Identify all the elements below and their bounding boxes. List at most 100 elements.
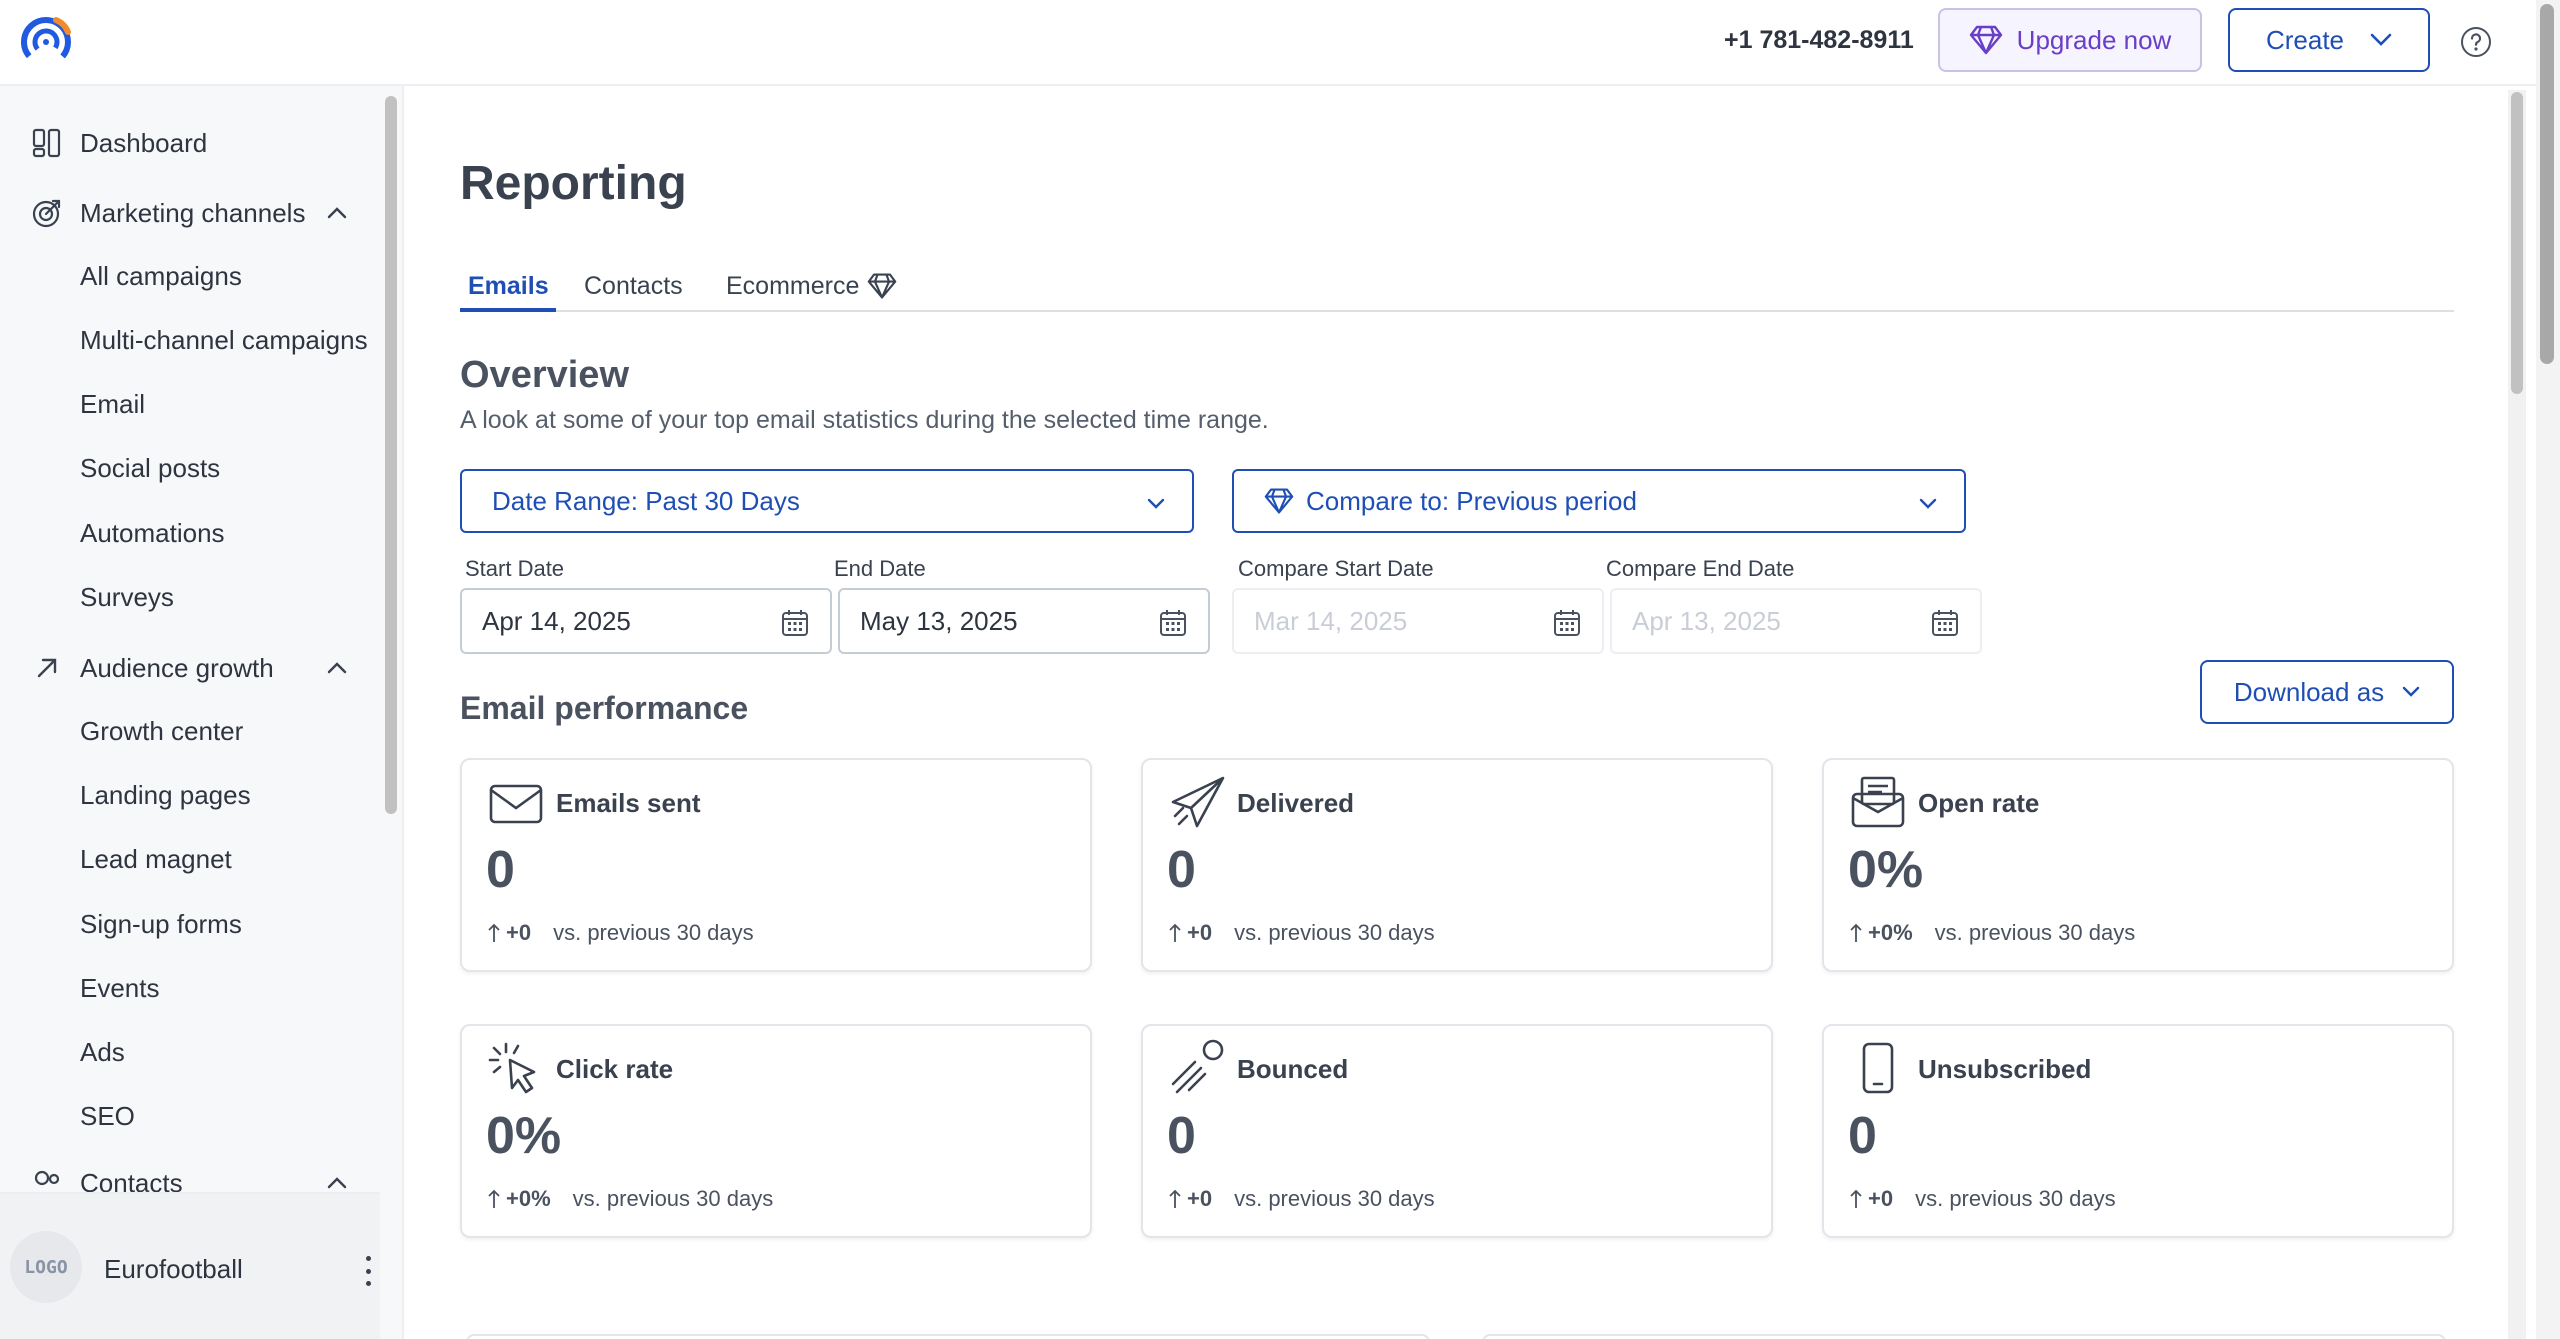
metric-compare-text: vs. previous 30 days xyxy=(1234,1186,1435,1211)
mobile-device-icon xyxy=(1862,1042,1894,1094)
metric-compare-text: vs. previous 30 days xyxy=(1915,1186,2116,1211)
calendar-icon xyxy=(1554,610,1580,636)
bounce-ball-icon xyxy=(1171,1039,1224,1094)
chart-card-peek xyxy=(1482,1334,2446,1339)
create-button[interactable]: Create xyxy=(2228,8,2430,72)
sidebar-nav: Dashboard Marketing channels All campaig… xyxy=(0,86,380,1192)
chevron-down-icon xyxy=(2370,33,2392,46)
contacts-icon xyxy=(30,1166,64,1192)
chevron-up-icon[interactable] xyxy=(326,1172,348,1192)
app-logo-icon[interactable] xyxy=(18,14,74,70)
arrow-up-right-icon xyxy=(30,651,64,685)
account-logo: LOGO xyxy=(10,1231,82,1303)
sidebar-item-contacts[interactable]: Contacts xyxy=(30,1166,380,1192)
account-switcher[interactable]: LOGO Eurofootball xyxy=(0,1192,380,1339)
download-as-button[interactable]: Download as xyxy=(2200,660,2454,724)
metric-value: 0% xyxy=(486,1107,562,1165)
metric-value: 0 xyxy=(1167,841,1196,899)
metric-card-bounced: Bounced 0 +0 vs. previous 30 days xyxy=(1141,1024,1773,1238)
diamond-icon xyxy=(1264,488,1294,514)
help-icon[interactable] xyxy=(2460,26,2492,58)
sidebar-item-social-posts[interactable]: Social posts xyxy=(80,453,380,484)
compare-end-date-label: Compare End Date xyxy=(1606,556,1795,581)
metric-delta: +0 xyxy=(506,920,532,945)
compare-to-select[interactable]: Compare to: Previous period xyxy=(1232,469,1966,533)
main-scrollbar[interactable] xyxy=(2508,90,2526,1339)
sidebar-item-dashboard[interactable]: Dashboard xyxy=(30,126,380,160)
chevron-down-icon xyxy=(1919,498,1937,509)
chevron-up-icon[interactable] xyxy=(326,657,348,679)
phone-number[interactable]: +1 781-482-8911 xyxy=(1724,26,1914,55)
top-bar: +1 781-482-8911 Upgrade now Create xyxy=(0,0,2536,86)
sidebar-item-ads[interactable]: Ads xyxy=(80,1037,380,1068)
sidebar-item-email[interactable]: Email xyxy=(80,389,380,420)
sidebar-item-growth-center[interactable]: Growth center xyxy=(80,716,380,747)
envelope-icon xyxy=(489,784,543,824)
arrow-up-icon xyxy=(1850,1189,1862,1208)
metric-compare-text: vs. previous 30 days xyxy=(572,1186,774,1211)
start-date-label: Start Date xyxy=(465,556,565,581)
sidebar-item-seo[interactable]: SEO xyxy=(80,1101,380,1132)
sidebar-item-sign-up-forms[interactable]: Sign-up forms xyxy=(80,909,380,940)
sidebar-item-all-campaigns[interactable]: All campaigns xyxy=(80,261,380,292)
sidebar-item-surveys[interactable]: Surveys xyxy=(80,582,380,613)
metric-card-unsubscribed: Unsubscribed 0 +0 vs. previous 30 days xyxy=(1822,1024,2454,1238)
arrow-up-icon xyxy=(488,923,500,942)
sidebar-scrollbar[interactable] xyxy=(382,92,400,1192)
compare-start-date-input: Mar 14, 2025 xyxy=(1232,588,1604,654)
start-date-input[interactable]: Apr 14, 2025 xyxy=(460,588,832,654)
arrow-up-icon xyxy=(1850,923,1862,942)
main-scrollbar-thumb[interactable] xyxy=(2511,92,2523,394)
metric-card-emails-sent: Emails sent 0 +0 vs. previous 30 days xyxy=(460,758,1092,972)
metric-delta: +0 xyxy=(1187,1186,1213,1211)
metric-compare-text: vs. previous 30 days xyxy=(1934,920,2136,945)
sidebar-scrollbar-thumb[interactable] xyxy=(385,96,397,814)
sidebar-item-label: Sign-up forms xyxy=(80,909,242,939)
sidebar-item-label: Events xyxy=(80,973,160,1003)
sidebar-item-label: Marketing channels xyxy=(80,197,306,228)
metric-comparison: +0 vs. previous 30 days xyxy=(1167,1186,1435,1212)
sidebar-item-label: Landing pages xyxy=(80,780,251,810)
diamond-icon xyxy=(868,273,897,299)
sidebar-item-lead-magnet[interactable]: Lead magnet xyxy=(80,844,380,875)
window-scrollbar-thumb[interactable] xyxy=(2540,4,2554,364)
chevron-up-icon[interactable] xyxy=(326,202,348,224)
sidebar-item-audience-growth[interactable]: Audience growth xyxy=(30,651,380,685)
sidebar-item-label: Dashboard xyxy=(80,127,208,158)
metric-delta: +0 xyxy=(1868,1186,1894,1211)
sidebar-item-events[interactable]: Events xyxy=(80,973,380,1004)
tab-label: Contacts xyxy=(584,271,683,300)
metric-name: Unsubscribed xyxy=(1918,1054,2092,1084)
sidebar-item-automations[interactable]: Automations xyxy=(80,518,380,549)
sidebar-item-multi-channel-campaigns[interactable]: Multi-channel campaigns xyxy=(80,325,380,356)
window-scrollbar[interactable] xyxy=(2536,0,2560,1339)
chevron-down-icon xyxy=(1147,498,1165,509)
metric-card-delivered: Delivered 0 +0 vs. previous 30 days xyxy=(1141,758,1773,972)
sidebar-item-marketing-channels[interactable]: Marketing channels xyxy=(30,196,380,230)
sidebar-item-label: Contacts xyxy=(80,1167,183,1193)
tab-contacts[interactable]: Contacts xyxy=(584,266,683,306)
sidebar-item-landing-pages[interactable]: Landing pages xyxy=(80,780,380,811)
sidebar-item-label: Multi-channel campaigns xyxy=(80,325,368,355)
kebab-menu-icon[interactable] xyxy=(356,1256,380,1286)
calendar-icon[interactable] xyxy=(1158,608,1188,638)
sidebar-item-label: SEO xyxy=(80,1101,135,1131)
dashboard-icon xyxy=(30,126,64,160)
date-range-select[interactable]: Date Range: Past 30 Days xyxy=(460,469,1194,533)
metric-name: Delivered xyxy=(1237,788,1355,818)
metric-comparison: +0 vs. previous 30 days xyxy=(1848,1186,2116,1212)
compare-start-date-placeholder: Mar 14, 2025 xyxy=(1254,605,1408,636)
tab-emails[interactable]: Emails xyxy=(468,266,549,306)
tab-ecommerce[interactable]: Ecommerce xyxy=(726,266,897,306)
page-title: Reporting xyxy=(460,157,687,210)
compare-start-date-label: Compare Start Date xyxy=(1238,556,1434,581)
sidebar-item-label: Surveys xyxy=(80,582,174,612)
upgrade-button[interactable]: Upgrade now xyxy=(1938,8,2202,72)
end-date-input[interactable]: May 13, 2025 xyxy=(838,588,1210,654)
metric-delta: +0 xyxy=(1187,920,1213,945)
overview-title: Overview xyxy=(460,354,629,396)
diamond-icon xyxy=(1969,25,2002,55)
download-as-label: Download as xyxy=(2233,676,2385,707)
sidebar-item-label: Social posts xyxy=(80,453,221,483)
calendar-icon[interactable] xyxy=(780,608,810,638)
